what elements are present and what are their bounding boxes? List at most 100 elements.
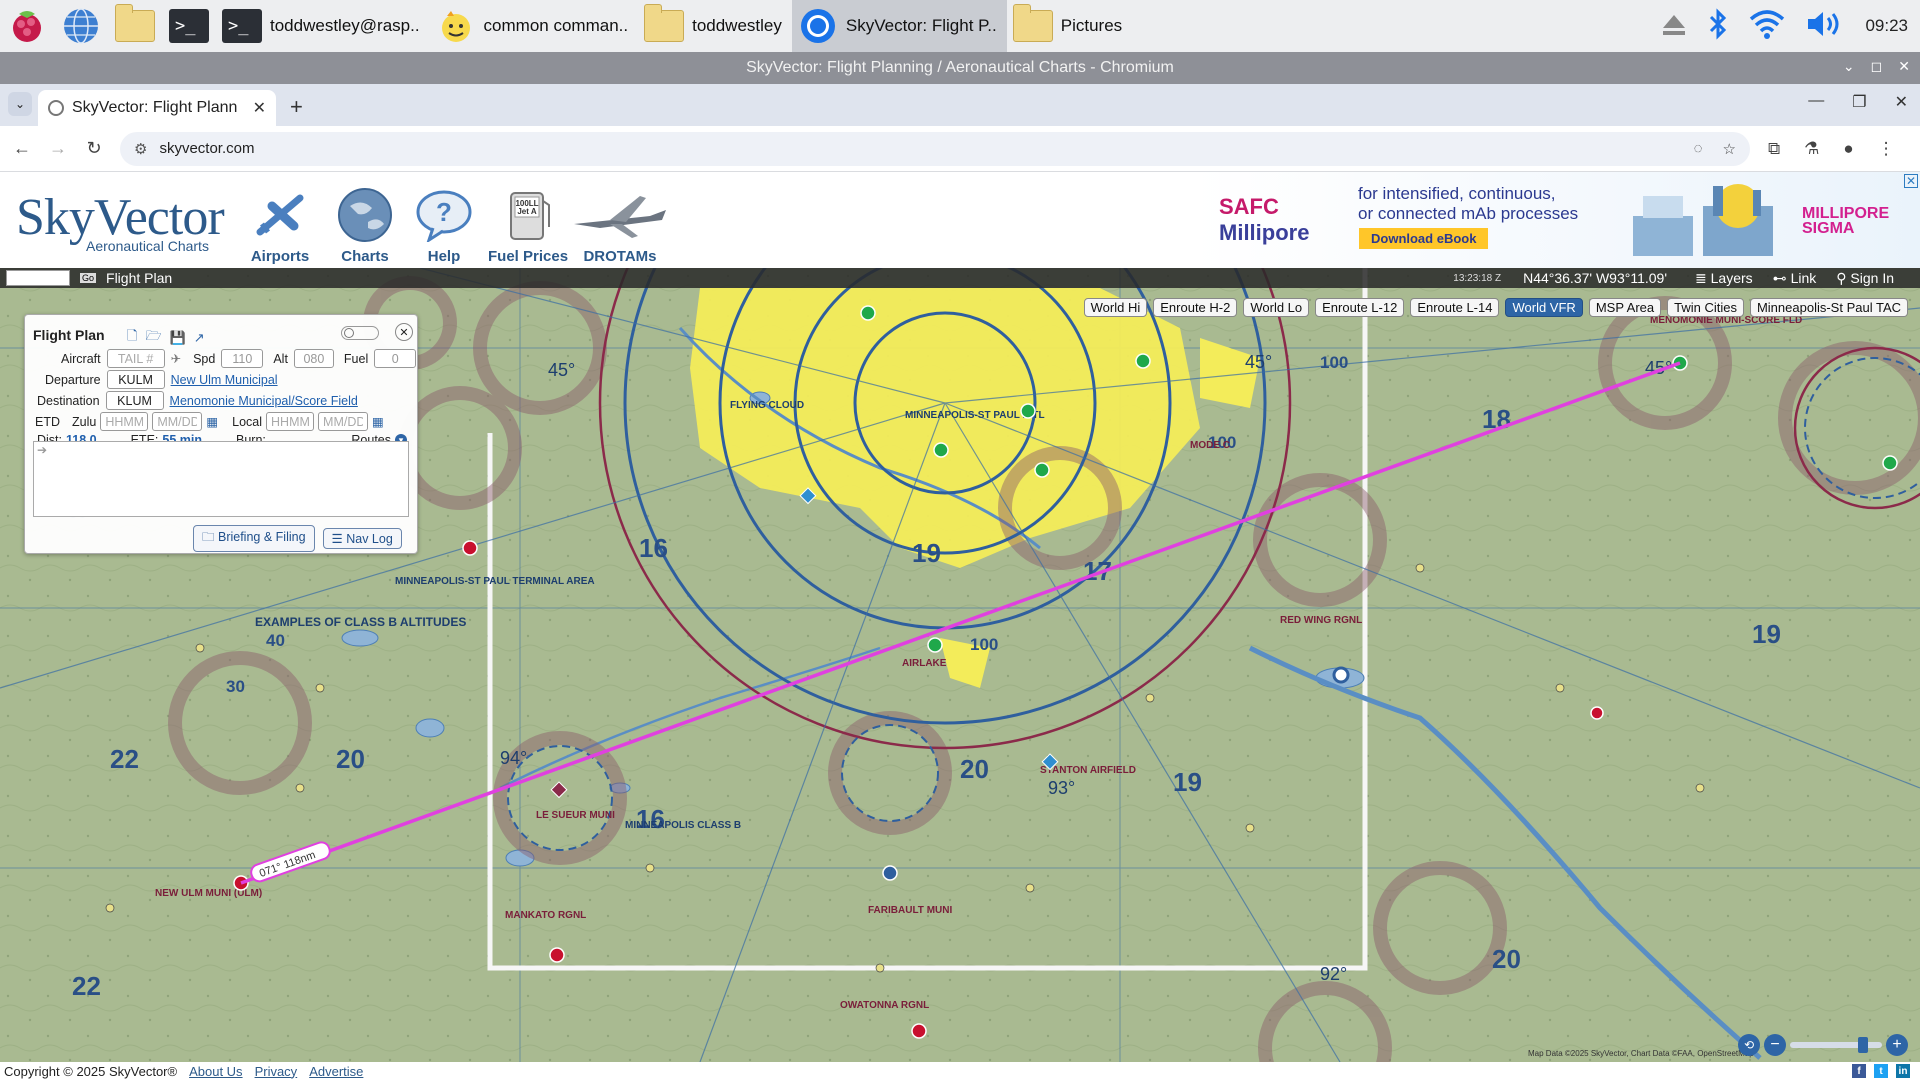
file-manager-icon[interactable] [112, 3, 158, 49]
advertise-link[interactable]: Advertise [309, 1064, 363, 1079]
zulu-date-input[interactable] [152, 412, 203, 431]
chart-button[interactable]: Enroute H-2 [1153, 298, 1238, 317]
nav-log-button[interactable]: ☰ Nav Log [322, 528, 402, 549]
share-plan-icon[interactable]: ↗ [194, 330, 205, 346]
chart-button[interactable]: World Hi [1083, 298, 1148, 317]
route-string-textarea[interactable] [33, 441, 409, 517]
owatonna-label: OWATONNA RGNL [840, 1000, 929, 1011]
sign-in-button[interactable]: ⚲ Sign In [1836, 270, 1894, 287]
back-icon[interactable]: ← [4, 138, 40, 159]
close-window-icon[interactable]: ✕ [1895, 92, 1908, 112]
search-input[interactable] [6, 270, 70, 286]
destination-input[interactable] [105, 391, 164, 410]
nav-help[interactable]: ? Help [414, 186, 474, 265]
aircraft-select-icon[interactable]: ✈ [171, 351, 181, 366]
taskbar-item-chromium[interactable]: SkyVector: Flight P.. [791, 0, 1007, 52]
menu-icon[interactable]: ⋮ [1878, 139, 1895, 159]
close-tab-icon[interactable]: ✕ [253, 98, 266, 118]
ad-download-button[interactable]: Download eBook [1359, 228, 1489, 249]
forward-icon[interactable]: → [40, 138, 76, 159]
facebook-icon[interactable]: f [1852, 1064, 1866, 1078]
rotate-icon[interactable]: ⟲ [1738, 1034, 1760, 1056]
terminal-launcher-icon[interactable]: >_ [166, 3, 212, 49]
fuel-input[interactable] [374, 349, 417, 368]
chart-button[interactable]: World Lo [1243, 298, 1310, 317]
labs-icon[interactable]: ⚗ [1804, 139, 1819, 159]
chart-button[interactable]: Enroute L-14 [1410, 298, 1500, 317]
skyvector-logo[interactable]: SkyVector Aeronautical Charts [16, 192, 225, 255]
taskbar-item-pictures[interactable]: Pictures [1007, 0, 1132, 52]
calendar-icon[interactable]: ▦ [372, 414, 384, 429]
briefing-filing-button[interactable]: 🗀 Briefing & Filing [193, 525, 315, 552]
new-tab-icon[interactable]: + [290, 94, 303, 120]
profile-icon[interactable]: ● [1843, 139, 1853, 159]
address-bar[interactable]: ⚙ skyvector.com ◌ ☆ [120, 131, 1750, 166]
ad-close-icon[interactable]: ✕ [1904, 174, 1918, 188]
chart-button[interactable]: Twin Cities [1667, 298, 1744, 317]
calendar-icon[interactable]: ▦ [206, 414, 218, 429]
privacy-link[interactable]: Privacy [255, 1064, 298, 1079]
chart-button[interactable]: MSP Area [1588, 298, 1662, 317]
zoom-slider[interactable] [1790, 1037, 1882, 1053]
speed-input[interactable] [221, 349, 264, 368]
zulu-time-input[interactable] [100, 412, 149, 431]
minimize-icon[interactable]: ⌄ [1843, 58, 1855, 75]
eject-icon[interactable] [1661, 12, 1687, 41]
nav-charts[interactable]: Charts [335, 186, 395, 265]
zoom-out-icon[interactable]: − [1764, 1034, 1786, 1056]
panel-toggle[interactable] [341, 326, 379, 340]
tail-number-input[interactable] [106, 349, 165, 368]
chart-button[interactable]: Enroute L-12 [1315, 298, 1405, 317]
close-panel-icon[interactable]: ✕ [395, 323, 413, 341]
chart-button-selected[interactable]: World VFR [1505, 298, 1583, 317]
chart-button[interactable]: Minneapolis-St Paul TAC [1749, 298, 1908, 317]
restore-icon[interactable]: ❐ [1852, 92, 1866, 112]
window-titlebar[interactable]: SkyVector: Flight Planning / Aeronautica… [0, 52, 1920, 84]
altitude-input[interactable] [293, 349, 334, 368]
new-plan-icon[interactable]: 🗋 [127, 327, 137, 349]
destination-airport-link[interactable]: Menomonie Municipal/Score Field [170, 394, 358, 408]
open-plan-icon[interactable]: 🗁 [145, 327, 161, 349]
advertisement-banner[interactable]: SAFC Millipore for intensified, continuo… [1193, 172, 1920, 268]
departure-airport-link[interactable]: New Ulm Municipal [171, 373, 278, 387]
tac-note-label: MINNEAPOLIS-ST PAUL TERMINAL AREA [395, 576, 595, 587]
save-plan-icon[interactable]: 💾 [170, 330, 186, 346]
altitude-label: 40 [266, 631, 285, 650]
zoom-in-icon[interactable]: + [1886, 1034, 1908, 1056]
go-button[interactable]: Go [80, 273, 97, 283]
taskbar-item-terminal[interactable]: >_ toddwestley@rasp.. [216, 0, 430, 52]
taskbar-item-folder[interactable]: toddwestley [638, 0, 792, 52]
tab-skyvector[interactable]: SkyVector: Flight Plann ✕ [38, 90, 276, 126]
globe-icon[interactable] [58, 3, 104, 49]
linkedin-icon[interactable]: in [1896, 1064, 1910, 1078]
maximize-icon[interactable]: ◻ [1871, 58, 1883, 75]
wifi-icon[interactable] [1749, 9, 1785, 44]
layers-button[interactable]: ≣ Layers [1695, 270, 1753, 287]
local-date-input[interactable] [318, 412, 369, 431]
extensions-icon[interactable]: ⧉ [1768, 139, 1780, 159]
minimize-icon[interactable]: — [1808, 92, 1824, 112]
aeronautical-map[interactable]: 18 19 19 20 20 22 22 17 16 16 19 20 100 … [0, 268, 1920, 1062]
flight-plan-toggle[interactable]: Flight Plan [106, 270, 172, 286]
nav-airports[interactable]: Airports [250, 186, 310, 265]
close-icon[interactable]: ✕ [1898, 58, 1910, 75]
local-time-input[interactable] [266, 412, 315, 431]
nav-drotams[interactable]: DROTAMs [570, 186, 670, 265]
eye-off-icon[interactable]: ◌ [1694, 140, 1703, 158]
raspberry-menu-icon[interactable] [4, 3, 50, 49]
reload-icon[interactable]: ↻ [76, 138, 112, 159]
link-button[interactable]: ⊷ Link [1773, 270, 1817, 287]
volume-icon[interactable] [1805, 9, 1845, 44]
bluetooth-icon[interactable] [1707, 7, 1729, 46]
taskbar-item-chat[interactable]: common comman.. [430, 0, 639, 52]
twitter-icon[interactable]: t [1874, 1064, 1888, 1078]
clock[interactable]: 09:23 [1865, 16, 1908, 36]
fuel-label: Fuel [343, 351, 369, 366]
nav-fuel-prices[interactable]: 100LL Jet A Fuel Prices [488, 186, 568, 265]
bookmark-star-icon[interactable]: ☆ [1723, 140, 1736, 158]
tab-search-icon[interactable]: ⌄ [8, 92, 32, 116]
altitude-label: 100 [970, 635, 998, 654]
departure-input[interactable] [106, 370, 165, 389]
about-us-link[interactable]: About Us [189, 1064, 242, 1079]
site-info-icon[interactable]: ⚙ [134, 140, 147, 158]
